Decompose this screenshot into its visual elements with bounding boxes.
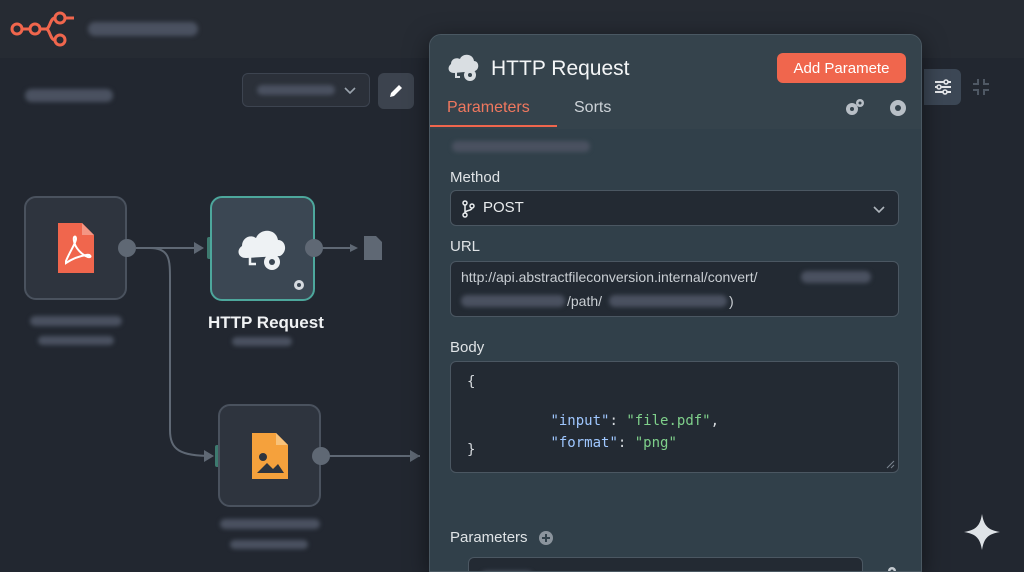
format-key: "format": [550, 435, 618, 451]
http-node-output-port[interactable]: [305, 239, 323, 257]
workflow-logo-icon[interactable]: [10, 10, 76, 48]
method-label: Method: [450, 169, 501, 186]
url-segment-redacted-3: [609, 295, 727, 307]
edit-button[interactable]: [378, 73, 414, 109]
body-textarea[interactable]: { "input": "file.pdf", "format": "png" }: [450, 361, 899, 473]
pdf-node-output-port[interactable]: [118, 239, 136, 257]
tab-parameters[interactable]: Parameters: [447, 99, 530, 117]
url-segment-redacted-2: [461, 295, 565, 307]
panel-body: Method POST URL http://api.abstractfilec…: [430, 129, 921, 572]
workflow-name-redacted[interactable]: [88, 22, 198, 36]
http-node-sublabel-redacted: [232, 337, 292, 346]
image-node[interactable]: [218, 404, 321, 507]
view-selector-dropdown[interactable]: [242, 73, 370, 107]
sparkle-icon: [964, 514, 1000, 550]
url-text-line1: http://api.abstractfileconversion.intern…: [461, 269, 758, 285]
http-request-node[interactable]: [210, 196, 315, 301]
method-select[interactable]: POST: [450, 190, 899, 226]
panel-header: HTTP Request Add Paramete Parameters Sor…: [430, 35, 921, 129]
pdf-node-label-redacted: [30, 316, 122, 326]
resize-handle-icon[interactable]: [885, 459, 895, 469]
view-selector-value-redacted: [257, 85, 335, 95]
node-config-panel: HTTP Request Add Paramete Parameters Sor…: [429, 34, 922, 572]
cloud-gear-icon: [448, 54, 479, 81]
parameter-select[interactable]: [468, 557, 863, 571]
format-value: "png": [634, 435, 677, 451]
image-node-label-redacted: [220, 519, 320, 529]
pdf-node[interactable]: [24, 196, 127, 300]
branch-icon: [462, 200, 475, 218]
gear-icon[interactable]: [887, 97, 909, 119]
node-settings-toggle-button[interactable]: [924, 69, 961, 105]
image-node-output-port[interactable]: [312, 447, 330, 465]
url-path-text: /path/: [567, 293, 603, 309]
tab-sorts[interactable]: Sorts: [574, 99, 611, 117]
chevron-down-icon: [344, 87, 356, 95]
pdf-file-icon: [57, 223, 94, 273]
body-label: Body: [450, 339, 485, 356]
cloud-gear-icon: [238, 230, 285, 270]
add-parameter-plus-icon[interactable]: [538, 530, 554, 546]
image-file-icon: [251, 432, 288, 479]
pencil-icon: [390, 85, 402, 97]
url-close-text: ): [729, 293, 734, 309]
body-close-brace: }: [467, 442, 476, 458]
active-tab-indicator: [430, 125, 557, 127]
add-parameter-button[interactable]: Add Paramete: [777, 53, 906, 83]
pdf-node-sublabel-redacted: [38, 336, 114, 345]
url-input[interactable]: http://api.abstractfileconversion.intern…: [450, 261, 899, 317]
expand-icon[interactable]: [971, 77, 991, 97]
file-output-icon: [364, 236, 382, 260]
http-node-label: HTTP Request: [208, 313, 324, 332]
image-node-sublabel-redacted: [230, 540, 308, 549]
url-label: URL: [450, 238, 481, 255]
url-segment-redacted: [801, 271, 871, 283]
sliders-icon: [934, 79, 951, 95]
chevron-down-icon: [873, 206, 885, 214]
method-value: POST: [483, 199, 524, 216]
parameter-gears-icon[interactable]: [874, 565, 898, 572]
body-open-brace: {: [467, 374, 476, 390]
gears-icon[interactable]: [844, 97, 866, 119]
node-settings-icon[interactable]: [291, 277, 307, 293]
section-heading-redacted: [452, 141, 590, 152]
body-line-format: "format": "png": [550, 435, 677, 451]
panel-title: HTTP Request: [491, 57, 630, 80]
canvas-label-redacted: [25, 89, 113, 102]
parameters-label: Parameters: [450, 529, 528, 546]
